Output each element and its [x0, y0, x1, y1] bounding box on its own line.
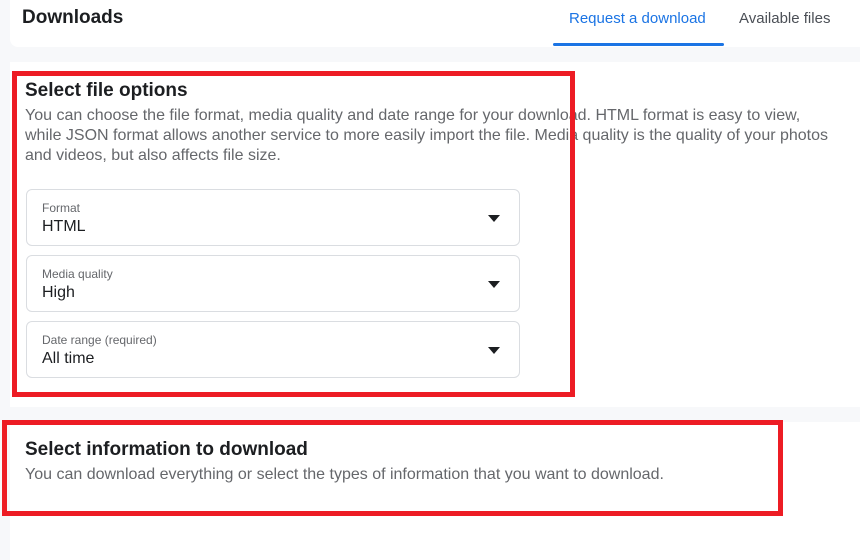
header-bar: Downloads Request a download Available f…: [10, 0, 860, 47]
file-options-description: You can choose the file format, media qu…: [25, 107, 829, 164]
format-select[interactable]: Format HTML: [26, 189, 520, 246]
tab-available-files[interactable]: Available files: [739, 10, 830, 27]
information-section: Select information to download You can d…: [10, 422, 860, 560]
caret-down-icon: [488, 281, 500, 288]
information-description: You can download everything or select th…: [25, 466, 664, 483]
information-title: Select information to download: [25, 439, 308, 460]
tab-request-download[interactable]: Request a download: [569, 10, 706, 27]
format-value: HTML: [42, 218, 86, 235]
media-quality-value: High: [42, 284, 75, 301]
date-range-select[interactable]: Date range (required) All time: [26, 321, 520, 378]
date-range-label: Date range (required): [42, 333, 157, 347]
active-tab-indicator: [553, 43, 724, 46]
file-options-section: Select file options You can choose the f…: [10, 62, 860, 407]
file-options-title: Select file options: [25, 80, 188, 101]
date-range-value: All time: [42, 350, 95, 367]
page-title: Downloads: [22, 7, 124, 28]
downloads-page: Downloads Request a download Available f…: [0, 0, 860, 560]
format-label: Format: [42, 201, 81, 215]
media-quality-select[interactable]: Media quality High: [26, 255, 520, 312]
media-quality-label: Media quality: [42, 267, 113, 281]
caret-down-icon: [488, 347, 500, 354]
caret-down-icon: [488, 215, 500, 222]
